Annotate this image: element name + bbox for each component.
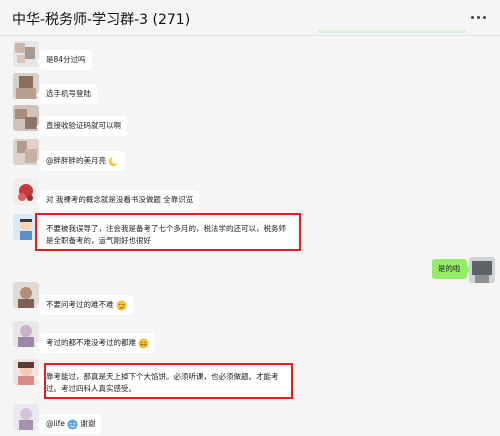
- message-text: @胖胖胖的美月亮: [46, 156, 106, 165]
- moon-emoji-icon: [108, 155, 119, 167]
- message-bubble[interactable]: 选手机号登陆: [36, 84, 97, 104]
- smirk-emoji-icon: [115, 299, 127, 311]
- message-text: 直接收验证码就可以啊: [46, 121, 121, 130]
- message-text: 是84分过吗: [46, 55, 86, 64]
- message-bubble[interactable]: 直接收验证码就可以啊: [36, 116, 127, 136]
- message-bubble[interactable]: 不要问考过的难不难: [36, 295, 133, 315]
- message-bubble[interactable]: 是84分过吗: [36, 50, 92, 70]
- message-text: 考过的都不难没考过的都难: [46, 338, 136, 347]
- more-options-icon[interactable]: [468, 8, 490, 26]
- message-bubble[interactable]: 对 我裸考的概念就是没看书没做题 全靠识览: [35, 190, 200, 210]
- message-text-suffix: 谢谢: [77, 419, 96, 428]
- message-bubble[interactable]: 考过的都不难没考过的都难: [36, 333, 155, 353]
- message-text: 是的啦: [438, 264, 461, 273]
- chat-header: 中华-税务师-学习群-3 (271): [0, 0, 500, 36]
- message-text: 不要问考过的难不难: [46, 300, 114, 309]
- highlight-box: [35, 213, 301, 251]
- message-text: @life: [46, 419, 65, 428]
- message-bubble[interactable]: @life 谢谢: [35, 414, 102, 434]
- smile-emoji-icon: [67, 418, 78, 430]
- message-bubble[interactable]: @胖胖胖的美月亮: [36, 151, 125, 171]
- highlight-box: [44, 363, 293, 399]
- message-text: 选手机号登陆: [46, 89, 91, 98]
- message-list[interactable]: 是84分过吗 选手机号登陆 直接收验证码就可以啊 @胖胖胖的美月亮 对 我裸考的…: [0, 37, 500, 436]
- chat-title: 中华-税务师-学习群-3 (271): [12, 12, 191, 28]
- my-message-bubble[interactable]: 是的啦: [432, 259, 470, 279]
- notice-bar: [318, 30, 466, 33]
- grin-emoji-icon: [138, 337, 149, 349]
- message-text: 对 我裸考的概念就是没看书没做题 全靠识览: [46, 195, 194, 204]
- my-avatar[interactable]: [469, 257, 495, 283]
